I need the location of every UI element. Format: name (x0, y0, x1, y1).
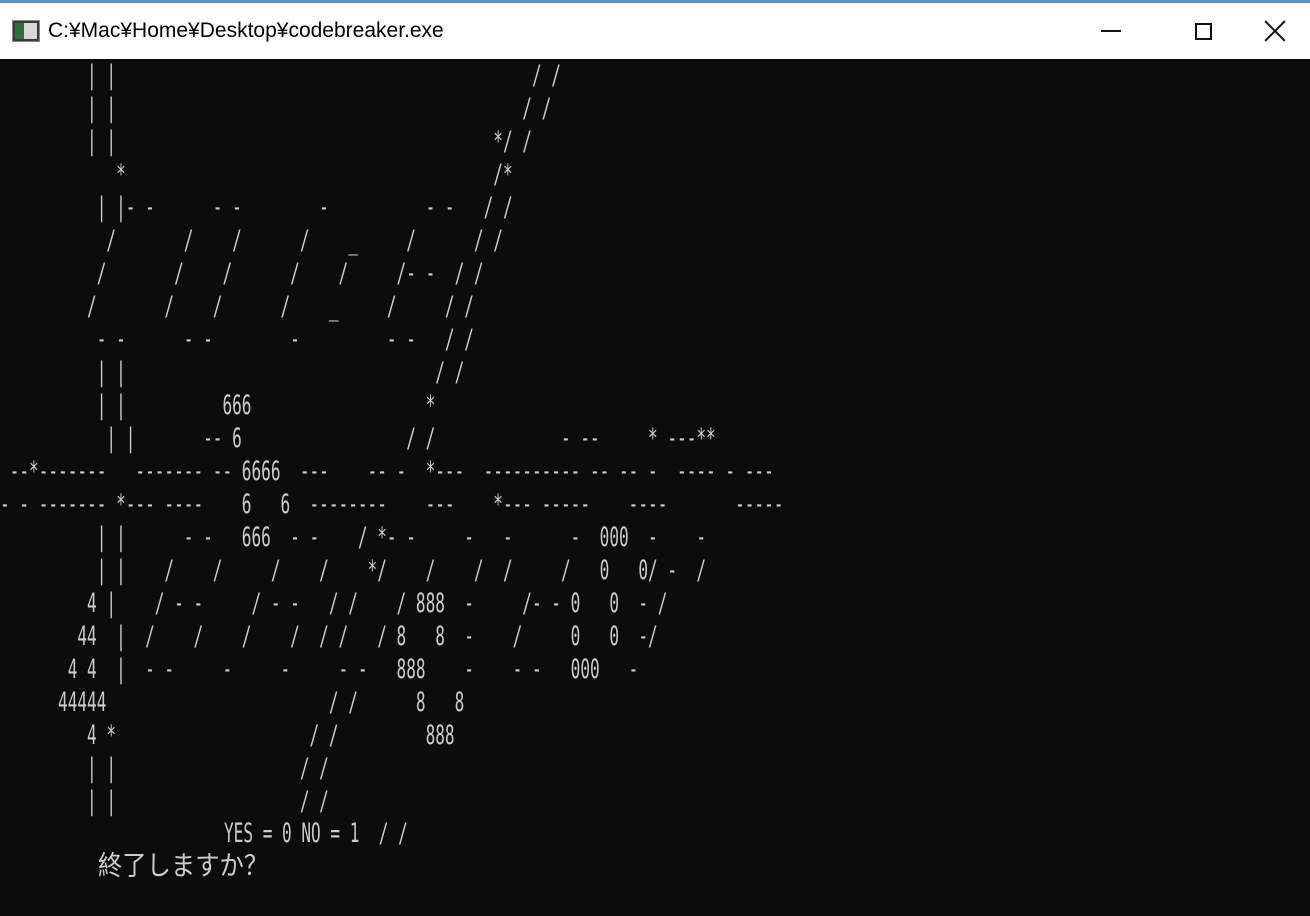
codebreaker-ascii-art: | | / / | | / / | | */ / * /* | |- - - -… (0, 60, 784, 817)
console-output[interactable]: | | / / | | / / | | */ / * /* | |- - - -… (0, 59, 1310, 916)
close-button[interactable] (1240, 3, 1310, 59)
exit-options: YES = 0 NO = 1 / / (224, 817, 408, 850)
prompt-trailing-art: / / (359, 818, 408, 849)
console-app-icon (12, 20, 40, 42)
title-bar[interactable]: C:¥Mac¥Home¥Desktop¥codebreaker.exe (0, 0, 1310, 59)
exit-question: 終了しますか？ (97, 851, 268, 882)
minimize-icon (1101, 30, 1121, 32)
maximize-button[interactable] (1155, 3, 1251, 59)
minimize-button[interactable] (1063, 3, 1159, 59)
console-window: C:¥Mac¥Home¥Desktop¥codebreaker.exe | | … (0, 0, 1310, 916)
close-icon (1264, 20, 1286, 42)
exit-prompt: 終了しますか？ YES = 0 NO = 1 / / (0, 817, 408, 916)
window-title: C:¥Mac¥Home¥Desktop¥codebreaker.exe (48, 19, 444, 42)
maximize-icon (1194, 22, 1212, 40)
exit-options-text: YES = 0 NO = 1 (224, 818, 360, 849)
